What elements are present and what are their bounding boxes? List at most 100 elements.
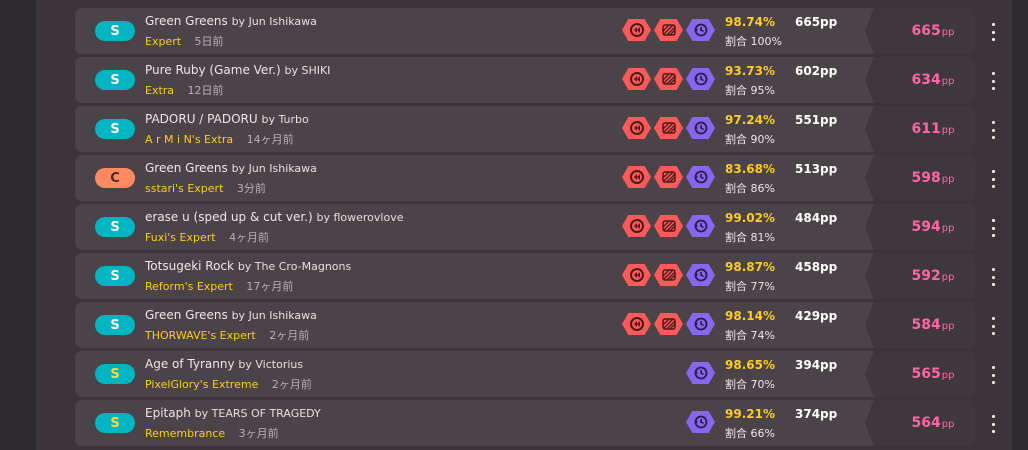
difficulty-name: Expert: [145, 35, 182, 48]
beatmap-title-line[interactable]: Totsugeki Rock by The Cro-Magnons: [145, 259, 351, 273]
more-options-icon[interactable]: [987, 219, 999, 237]
half-time-icon: [694, 317, 707, 331]
accuracy: 99.02%: [725, 211, 775, 225]
half-time-icon: [694, 219, 707, 233]
more-options-icon[interactable]: [987, 121, 999, 139]
mod-half-time[interactable]: [686, 19, 715, 41]
mod-easy[interactable]: [654, 19, 683, 41]
beatmap-title-line[interactable]: Epitaph by TEARS OF TRAGEDY: [145, 406, 321, 420]
score-row[interactable]: S Epitaph by TEARS OF TRAGEDY Remembranc…: [75, 400, 995, 446]
score-row[interactable]: S erase u (sped up & cut ver.) by flower…: [75, 204, 995, 250]
score-row[interactable]: S Green Greens by Jun Ishikawa THORWAVE'…: [75, 302, 995, 348]
mod-half-time[interactable]: [686, 117, 715, 139]
mod-no-fail[interactable]: [622, 19, 651, 41]
weight-ratio: 割合 70%: [725, 378, 775, 391]
difficulty-name: Fuxi's Expert: [145, 231, 216, 244]
half-time-icon: [694, 121, 707, 135]
beatmap-title-line[interactable]: Green Greens by Jun Ishikawa: [145, 161, 317, 175]
mods-group: [622, 166, 715, 190]
beatmap-title[interactable]: Age of Tyranny: [145, 357, 235, 371]
mod-easy[interactable]: [654, 215, 683, 237]
score-row[interactable]: S Totsugeki Rock by The Cro-Magnons Refo…: [75, 253, 995, 299]
accuracy: 98.74%: [725, 15, 775, 29]
mods-group: [622, 117, 715, 141]
difficulty-line: Reform's Expert 17ヶ月前: [145, 278, 293, 294]
mod-no-fail[interactable]: [622, 313, 651, 335]
time-ago: 12日前: [187, 84, 224, 97]
easy-icon: [661, 220, 676, 232]
mod-half-time[interactable]: [686, 313, 715, 335]
mod-easy[interactable]: [654, 117, 683, 139]
rank-badge: S: [95, 119, 135, 139]
easy-icon: [661, 24, 676, 36]
mod-no-fail[interactable]: [622, 68, 651, 90]
weighted-pp: 584pp: [904, 317, 962, 333]
raw-pp: 374pp: [795, 407, 838, 421]
mod-half-time[interactable]: [686, 264, 715, 286]
more-options-icon[interactable]: [987, 317, 999, 335]
no-fail-icon: [629, 317, 644, 331]
more-options-icon[interactable]: [987, 366, 999, 384]
more-options-icon[interactable]: [987, 268, 999, 286]
mod-easy[interactable]: [654, 313, 683, 335]
half-time-icon: [694, 23, 707, 37]
mod-no-fail[interactable]: [622, 117, 651, 139]
weight-ratio: 割合 81%: [725, 231, 775, 244]
rank-badge: S: [95, 70, 135, 90]
score-row[interactable]: S PADORU / PADORU by Turbo A r M i N's E…: [75, 106, 995, 152]
no-fail-icon: [629, 268, 644, 282]
mod-half-time[interactable]: [686, 362, 715, 384]
score-row[interactable]: S Age of Tyranny by Victorius PixelGlory…: [75, 351, 995, 397]
beatmap-title[interactable]: Epitaph: [145, 406, 191, 420]
raw-pp: 602pp: [795, 64, 838, 78]
easy-icon: [661, 269, 676, 281]
half-time-icon: [694, 72, 707, 86]
weight-ratio: 割合 100%: [725, 35, 782, 48]
no-fail-icon: [629, 72, 644, 86]
mod-no-fail[interactable]: [622, 264, 651, 286]
pp-unit: pp: [941, 76, 955, 87]
mods-group: [622, 264, 715, 288]
mod-half-time[interactable]: [686, 411, 715, 433]
beatmap-title-line[interactable]: Green Greens by Jun Ishikawa: [145, 308, 317, 322]
weighted-pp: 594pp: [904, 219, 962, 235]
beatmap-title-line[interactable]: erase u (sped up & cut ver.) by flowerov…: [145, 210, 403, 224]
pp-unit: pp: [941, 419, 955, 430]
difficulty-name: Extra: [145, 84, 175, 97]
mod-easy[interactable]: [654, 166, 683, 188]
beatmap-title-line[interactable]: Pure Ruby (Game Ver.) by SHIKI: [145, 63, 330, 77]
mod-no-fail[interactable]: [622, 166, 651, 188]
beatmap-title-line[interactable]: Green Greens by Jun Ishikawa: [145, 14, 317, 28]
beatmap-title[interactable]: Green Greens: [145, 14, 228, 28]
more-options-icon[interactable]: [987, 72, 999, 90]
rank-badge: S: [95, 315, 135, 335]
beatmap-title[interactable]: erase u (sped up & cut ver.): [145, 210, 313, 224]
raw-pp: 429pp: [795, 309, 838, 323]
mods-group: [686, 411, 715, 435]
beatmap-title-line[interactable]: PADORU / PADORU by Turbo: [145, 112, 309, 126]
mod-no-fail[interactable]: [622, 215, 651, 237]
beatmap-title[interactable]: Totsugeki Rock: [145, 259, 234, 273]
mod-easy[interactable]: [654, 264, 683, 286]
mod-easy[interactable]: [654, 68, 683, 90]
beatmap-title-line[interactable]: Age of Tyranny by Victorius: [145, 357, 303, 371]
mod-half-time[interactable]: [686, 68, 715, 90]
beatmap-artist: by flowerovlove: [316, 211, 404, 224]
score-row[interactable]: S Pure Ruby (Game Ver.) by SHIKI Extra 1…: [75, 57, 995, 103]
score-row[interactable]: C Green Greens by Jun Ishikawa sstari's …: [75, 155, 995, 201]
weighted-pp: 564pp: [904, 415, 962, 431]
score-row[interactable]: S Green Greens by Jun Ishikawa Expert 5日…: [75, 8, 995, 54]
easy-icon: [661, 122, 676, 134]
beatmap-title[interactable]: Pure Ruby (Game Ver.): [145, 63, 281, 77]
beatmap-title[interactable]: Green Greens: [145, 308, 228, 322]
beatmap-title[interactable]: PADORU / PADORU: [145, 112, 258, 126]
mod-half-time[interactable]: [686, 166, 715, 188]
more-options-icon[interactable]: [987, 415, 999, 433]
beatmap-title[interactable]: Green Greens: [145, 161, 228, 175]
mod-half-time[interactable]: [686, 215, 715, 237]
beatmap-artist: by The Cro-Magnons: [237, 260, 352, 273]
easy-icon: [661, 171, 676, 183]
weighted-pp-value: 611: [911, 121, 941, 137]
more-options-icon[interactable]: [987, 23, 999, 41]
more-options-icon[interactable]: [987, 170, 999, 188]
